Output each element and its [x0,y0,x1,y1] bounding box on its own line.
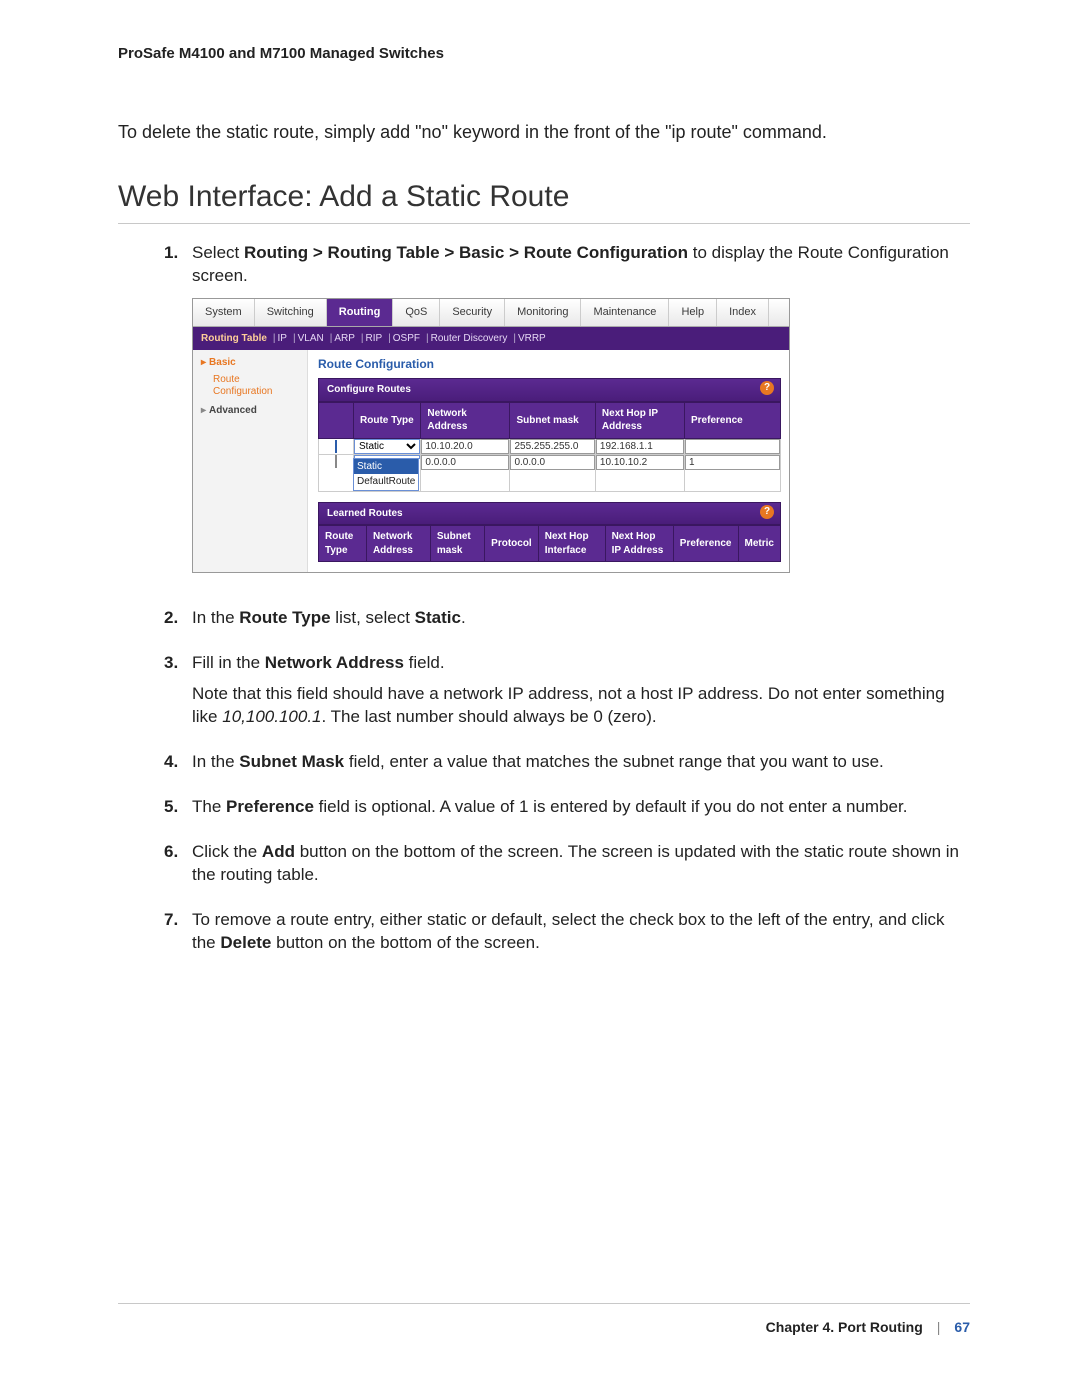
subnet-mask-input[interactable] [510,439,594,454]
help-icon[interactable]: ? [760,381,774,395]
step-text: In the Subnet Mask field, enter a value … [192,751,970,774]
step-number: 3. [164,652,192,737]
page-number: 67 [954,1318,970,1337]
sub-tab-ip[interactable]: IP [278,333,287,344]
table-row: StaticDefaultRoute [319,454,781,491]
step-text: Fill in the Network Address field. [192,652,970,675]
sub-tab-vrrp[interactable]: VRRP [518,333,546,344]
configure-routes-bar: Configure Routes? [318,378,781,402]
top-tab-maintenance[interactable]: Maintenance [581,299,669,326]
step-body: Select Routing > Routing Table > Basic >… [192,242,970,593]
learned-routes-bar: Learned Routes? [318,502,781,526]
step-body: In the Route Type list, select Static. [192,607,970,638]
col-subnet-mask: Subnet mask [510,402,595,438]
intro-paragraph: To delete the static route, simply add "… [118,120,970,144]
learned-routes-table: Route TypeNetwork AddressSubnet maskProt… [318,525,781,562]
running-header: ProSafe M4100 and M7100 Managed Switches [118,44,970,64]
preference-input[interactable] [685,439,780,454]
step-number: 2. [164,607,192,638]
page-footer: Chapter 4. Port Routing | 67 [118,1304,970,1337]
col-network-address: Network Address [421,402,510,438]
col-network-address: Network Address [366,526,430,562]
step-number: 6. [164,841,192,895]
panel-title: Route Configuration [318,356,781,372]
step-2: 2.In the Route Type list, select Static. [164,607,970,638]
ui-body: Basic Route Configuration Advanced Route Co… [193,350,789,572]
table-row: Static [319,438,781,454]
step-text: Select Routing > Routing Table > Basic >… [192,242,970,288]
step-text: Click the Add button on the bottom of th… [192,841,970,887]
step-text: To remove a route entry, either static o… [192,909,970,955]
top-tab-switching[interactable]: Switching [255,299,327,326]
col-metric: Metric [738,526,781,562]
step-body: To remove a route entry, either static o… [192,909,970,963]
step-number: 7. [164,909,192,963]
col-preference: Preference [685,402,781,438]
top-tab-help[interactable]: Help [669,299,717,326]
step-body: Click the Add button on the bottom of th… [192,841,970,895]
col-preference: Preference [673,526,738,562]
top-tab-qos[interactable]: QoS [393,299,440,326]
sidebar: Basic Route Configuration Advanced [193,350,308,572]
subnet-mask-input[interactable] [510,455,594,470]
step-number: 4. [164,751,192,782]
steps-list: 1.Select Routing > Routing Table > Basic… [164,242,970,963]
step-text: In the Route Type list, select Static. [192,607,970,630]
help-icon[interactable]: ? [760,505,774,519]
route-config-screenshot: SystemSwitchingRoutingQoSSecurityMonitor… [192,298,790,574]
sub-tab-vlan[interactable]: VLAN [298,333,324,344]
route-type-option[interactable]: Static [354,459,418,475]
route-type-select[interactable]: Static [354,439,420,454]
step-5: 5.The Preference field is optional. A va… [164,796,970,827]
section-heading: Web Interface: Add a Static Route [118,177,970,225]
sub-tab-bar: Routing Table|IP|VLAN|ARP|RIP|OSPF|Route… [193,327,789,351]
top-tab-index[interactable]: Index [717,299,769,326]
step-7: 7.To remove a route entry, either static… [164,909,970,963]
step-1: 1.Select Routing > Routing Table > Basic… [164,242,970,593]
network-address-input[interactable] [421,455,509,470]
route-type-option[interactable]: DefaultRoute [354,474,418,490]
sub-tab-router-discovery[interactable]: Router Discovery [431,333,508,344]
step-4: 4.In the Subnet Mask field, enter a valu… [164,751,970,782]
configure-routes-table: Route TypeNetwork AddressSubnet maskNext… [318,402,781,492]
col-route-type: Route Type [319,526,367,562]
sub-tab-ospf[interactable]: OSPF [393,333,420,344]
network-address-input[interactable] [421,439,509,454]
col-next-hop-ip-address: Next Hop IP Address [595,402,684,438]
step-number: 1. [164,242,192,593]
top-tab-security[interactable]: Security [440,299,505,326]
sidebar-advanced[interactable]: Advanced [201,404,299,418]
step-note: Note that this field should have a netwo… [192,683,970,729]
top-tab-routing[interactable]: Routing [327,299,394,326]
step-body: In the Subnet Mask field, enter a value … [192,751,970,782]
footer-separator: | [937,1318,941,1337]
col-next-hop-ip-address: Next Hop IP Address [605,526,673,562]
col-subnet-mask: Subnet mask [430,526,484,562]
step-body: The Preference field is optional. A valu… [192,796,970,827]
ui-main: Route ConfigurationConfigure Routes?Rout… [308,350,789,572]
sidebar-route-configuration[interactable]: Route Configuration [201,374,299,398]
step-3: 3.Fill in the Network Address field. Note… [164,652,970,737]
col-protocol: Protocol [485,526,539,562]
top-tab-system[interactable]: System [193,299,255,326]
step-body: Fill in the Network Address field. Note t… [192,652,970,737]
chapter-label: Chapter 4. Port Routing [766,1318,923,1337]
sub-tab-arp[interactable]: ARP [334,333,355,344]
sub-tab-routing-table[interactable]: Routing Table [201,333,267,344]
next-hop-input[interactable] [596,439,684,454]
top-tab-monitoring[interactable]: Monitoring [505,299,581,326]
step-text: The Preference field is optional. A valu… [192,796,970,819]
next-hop-input[interactable] [596,455,684,470]
sidebar-basic[interactable]: Basic [201,356,299,370]
step-number: 5. [164,796,192,827]
row-checkbox[interactable] [335,440,337,453]
sub-tab-rip[interactable]: RIP [366,333,383,344]
col-next-hop-interface: Next Hop Interface [538,526,605,562]
col-route-type: Route Type [354,402,421,438]
row-checkbox[interactable] [335,455,337,468]
preference-input[interactable] [685,455,780,470]
step-6: 6.Click the Add button on the bottom of … [164,841,970,895]
